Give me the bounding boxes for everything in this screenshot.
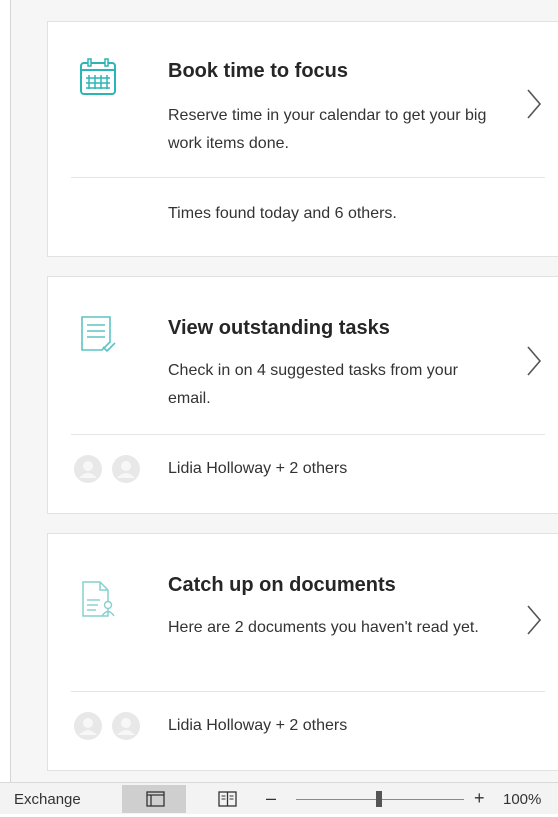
card-divider — [71, 177, 545, 178]
task-list-icon — [78, 314, 118, 354]
chevron-right-icon[interactable] — [524, 604, 544, 636]
card-title: Book time to focus — [168, 60, 349, 82]
card-title: Catch up on documents — [168, 574, 396, 596]
card-footer: Lidia Holloway + 2 others — [168, 460, 348, 477]
card-description: Here are 2 documents you haven't read ye… — [168, 619, 479, 636]
chevron-right-icon[interactable] — [524, 88, 544, 120]
zoom-level[interactable]: 100% — [503, 791, 541, 808]
normal-view-button[interactable] — [122, 785, 186, 813]
card-divider — [71, 434, 545, 435]
avatar — [74, 712, 102, 740]
card-book-focus-time[interactable]: Book time to focus Reserve time in your … — [47, 21, 558, 257]
reading-view-icon — [218, 791, 237, 807]
normal-view-icon — [146, 791, 165, 807]
status-bar: Exchange – + 100% — [0, 782, 558, 814]
card-footer: Lidia Holloway + 2 others — [168, 717, 348, 734]
account-label: Exchange — [14, 791, 81, 808]
avatar — [112, 455, 140, 483]
card-title: View outstanding tasks — [168, 317, 390, 339]
document-person-icon — [78, 580, 118, 620]
card-catch-up-documents[interactable]: Catch up on documents Here are 2 documen… — [47, 533, 558, 771]
reading-view-button[interactable] — [212, 785, 244, 813]
avatar-group — [74, 712, 144, 742]
card-outstanding-tasks[interactable]: View outstanding tasks Check in on 4 sug… — [47, 276, 558, 514]
card-footer: Times found today and 6 others. — [168, 205, 397, 222]
avatar — [112, 712, 140, 740]
zoom-out-button[interactable]: – — [266, 788, 276, 809]
calendar-icon — [78, 58, 118, 98]
card-divider — [71, 691, 545, 692]
card-description: Check in on 4 suggested tasks from your … — [168, 362, 458, 407]
avatar-group — [74, 455, 144, 485]
zoom-slider-thumb[interactable] — [376, 791, 382, 807]
chevron-right-icon[interactable] — [524, 345, 544, 377]
zoom-in-button[interactable]: + — [474, 788, 485, 809]
card-description: Reserve time in your calendar to get you… — [168, 107, 487, 152]
avatar — [74, 455, 102, 483]
